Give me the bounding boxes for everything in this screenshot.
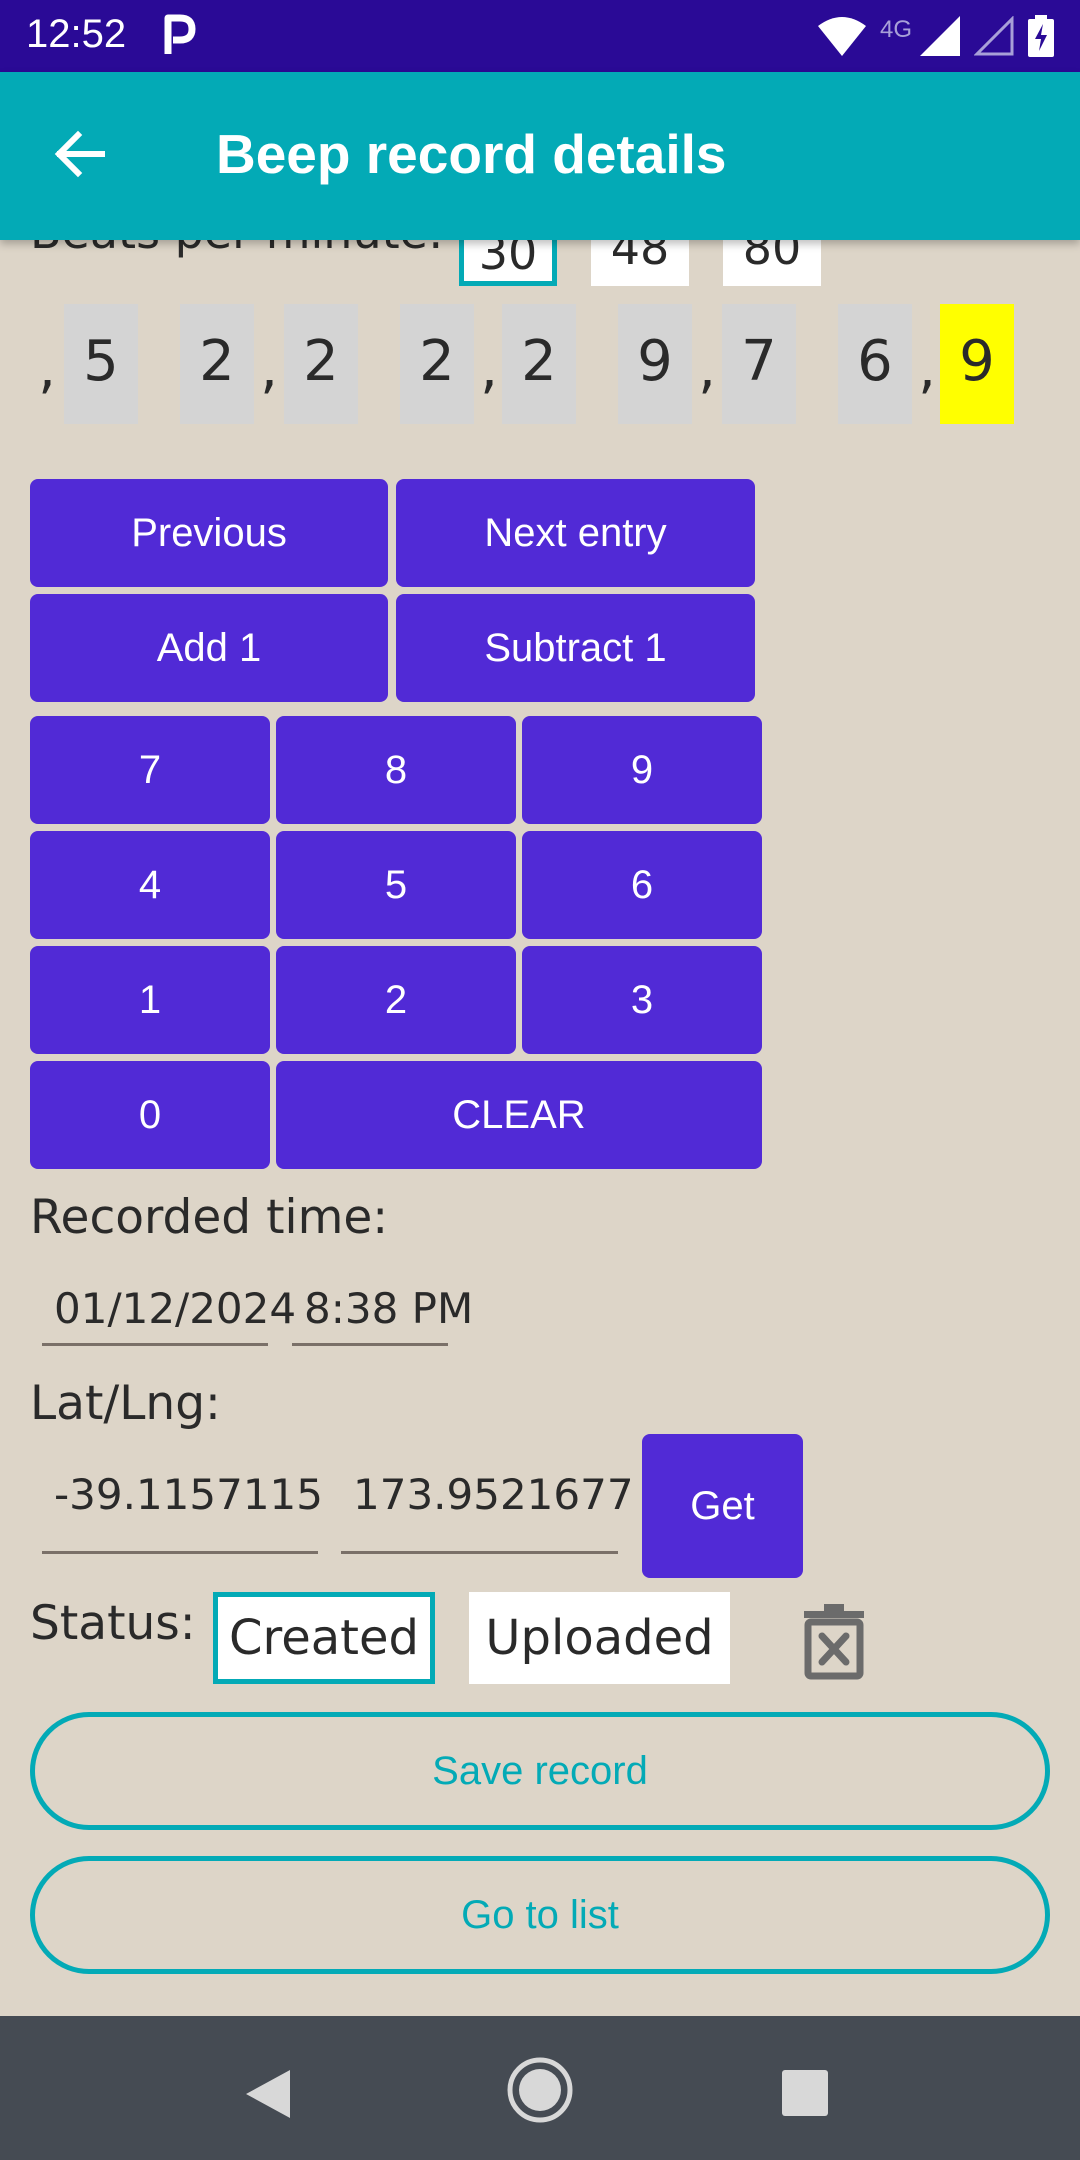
status-bar: 12:52 4G [0, 0, 1080, 72]
status-label: Status: [30, 1596, 196, 1651]
status-time: 12:52 [26, 12, 127, 56]
beat-digit[interactable]: 9 [618, 304, 692, 424]
key-9-button[interactable]: 9 [522, 716, 762, 824]
system-nav-bar [0, 2016, 1080, 2160]
time-field[interactable]: 8:38 PM [292, 1284, 473, 1346]
nav-recents-icon[interactable] [782, 2070, 828, 2116]
status-option-uploaded[interactable]: Uploaded [469, 1592, 730, 1684]
key-8-button[interactable]: 8 [276, 716, 516, 824]
clear-button[interactable]: CLEAR [276, 1061, 762, 1169]
key-1-button[interactable]: 1 [30, 946, 270, 1054]
beat-separator: , [918, 336, 936, 401]
wifi-icon [817, 17, 866, 56]
beat-digit-active[interactable]: 9 [940, 304, 1014, 424]
status-option-created[interactable]: Created [213, 1592, 435, 1684]
beat-digit[interactable]: 2 [180, 304, 254, 424]
beat-digit[interactable]: 5 [64, 304, 138, 424]
beat-separator: , [480, 336, 498, 401]
go-to-list-button[interactable]: Go to list [30, 1856, 1050, 1974]
signal-empty-icon [974, 16, 1014, 56]
beats-strip: , 5 2 , 2 2 , 2 9 , 7 6 , 9 [30, 304, 1052, 424]
beat-digit[interactable]: 6 [838, 304, 912, 424]
latitude-field[interactable]: -39.1157115 [42, 1468, 323, 1554]
key-2-button[interactable]: 2 [276, 946, 516, 1054]
app-bar: Beep record details [0, 72, 1080, 240]
beat-digit[interactable]: 7 [722, 304, 796, 424]
battery-charging-icon [1028, 15, 1054, 57]
arrow-left-icon[interactable] [50, 122, 114, 186]
beat-digit[interactable]: 2 [400, 304, 474, 424]
signal-icon [920, 16, 960, 56]
date-field[interactable]: 01/12/2024 [42, 1284, 296, 1346]
next-entry-button[interactable]: Next entry [396, 479, 755, 587]
parking-icon [164, 14, 196, 54]
network-type: 4G [879, 16, 912, 43]
subtract-1-button[interactable]: Subtract 1 [396, 594, 755, 702]
longitude-field[interactable]: 173.9521677 [341, 1468, 634, 1554]
key-3-button[interactable]: 3 [522, 946, 762, 1054]
save-record-button[interactable]: Save record [30, 1712, 1050, 1830]
beat-separator: , [38, 336, 56, 401]
beat-digit[interactable]: 2 [284, 304, 358, 424]
get-location-button[interactable]: Get [642, 1434, 803, 1578]
nav-back-icon[interactable] [244, 2068, 292, 2120]
beat-separator: , [260, 336, 278, 401]
key-0-button[interactable]: 0 [30, 1061, 270, 1169]
key-5-button[interactable]: 5 [276, 831, 516, 939]
lat-lng-label: Lat/Lng: [30, 1376, 221, 1431]
key-7-button[interactable]: 7 [30, 716, 270, 824]
add-1-button[interactable]: Add 1 [30, 594, 388, 702]
beat-digit[interactable]: 2 [502, 304, 576, 424]
status-icons: 4G [817, 14, 1054, 58]
previous-button[interactable]: Previous [30, 479, 388, 587]
beat-separator: , [698, 336, 716, 401]
key-4-button[interactable]: 4 [30, 831, 270, 939]
trash-x-icon[interactable] [802, 1598, 866, 1682]
page-title: Beep record details [216, 123, 727, 185]
nav-home-icon[interactable] [506, 2056, 574, 2124]
key-6-button[interactable]: 6 [522, 831, 762, 939]
recorded-time-label: Recorded time: [30, 1190, 389, 1245]
